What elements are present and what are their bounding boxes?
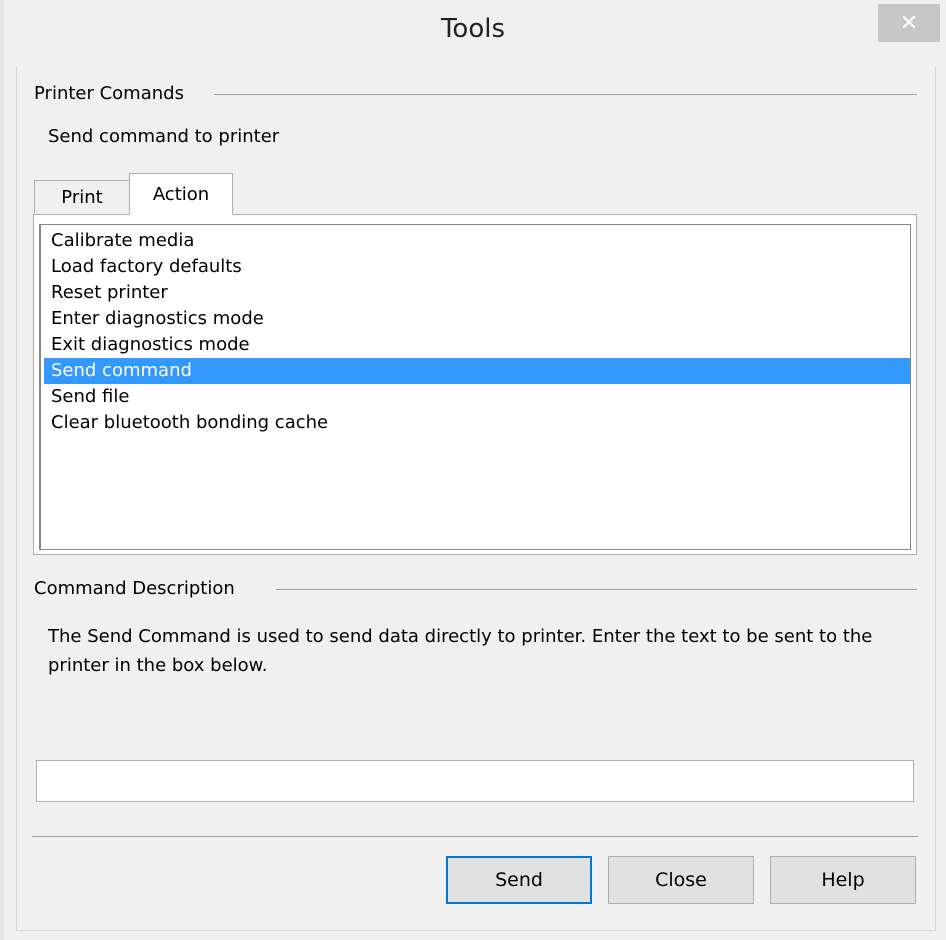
list-item-enter-diagnostics-mode[interactable]: Enter diagnostics mode xyxy=(44,306,910,332)
close-window-button[interactable]: ✕ xyxy=(878,4,940,42)
list-item-load-factory-defaults[interactable]: Load factory defaults xyxy=(44,254,910,280)
tab-action[interactable]: Action xyxy=(129,173,233,215)
printer-group-subtitle: Send command to printer xyxy=(48,126,280,147)
list-item-reset-printer[interactable]: Reset printer xyxy=(44,280,910,306)
close-button[interactable]: Close xyxy=(608,856,754,904)
list-item-send-file[interactable]: Send file xyxy=(44,384,910,410)
help-button[interactable]: Help xyxy=(770,856,916,904)
list-item-calibrate-media[interactable]: Calibrate media xyxy=(44,228,910,254)
send-button[interactable]: Send xyxy=(446,856,592,904)
list-item-exit-diagnostics-mode[interactable]: Exit diagnostics mode xyxy=(44,332,910,358)
window-title: Tools xyxy=(440,14,506,44)
action-listbox[interactable]: Calibrate media Load factory defaults Re… xyxy=(39,224,911,550)
title-bar[interactable]: Tools ✕ xyxy=(4,0,942,66)
command-text-input[interactable] xyxy=(36,760,914,802)
description-group-line xyxy=(276,589,917,590)
list-item-send-command[interactable]: Send command xyxy=(44,358,910,384)
printer-group-title: Printer Comands xyxy=(34,83,194,104)
window-left-edge xyxy=(0,0,4,940)
button-separator xyxy=(32,836,918,837)
description-group-title: Command Description xyxy=(34,578,245,599)
printer-group-line xyxy=(214,94,917,95)
command-description-text: The Send Command is used to send data di… xyxy=(48,626,873,676)
close-icon: ✕ xyxy=(899,10,919,36)
tools-dialog: Tools ✕ Printer Comands Send command to … xyxy=(0,0,946,940)
tab-print[interactable]: Print xyxy=(34,180,130,213)
tab-print-label: Print xyxy=(61,186,103,208)
tab-action-label: Action xyxy=(152,184,210,205)
list-item-clear-bluetooth-bonding-cache[interactable]: Clear bluetooth bonding cache xyxy=(44,410,910,436)
